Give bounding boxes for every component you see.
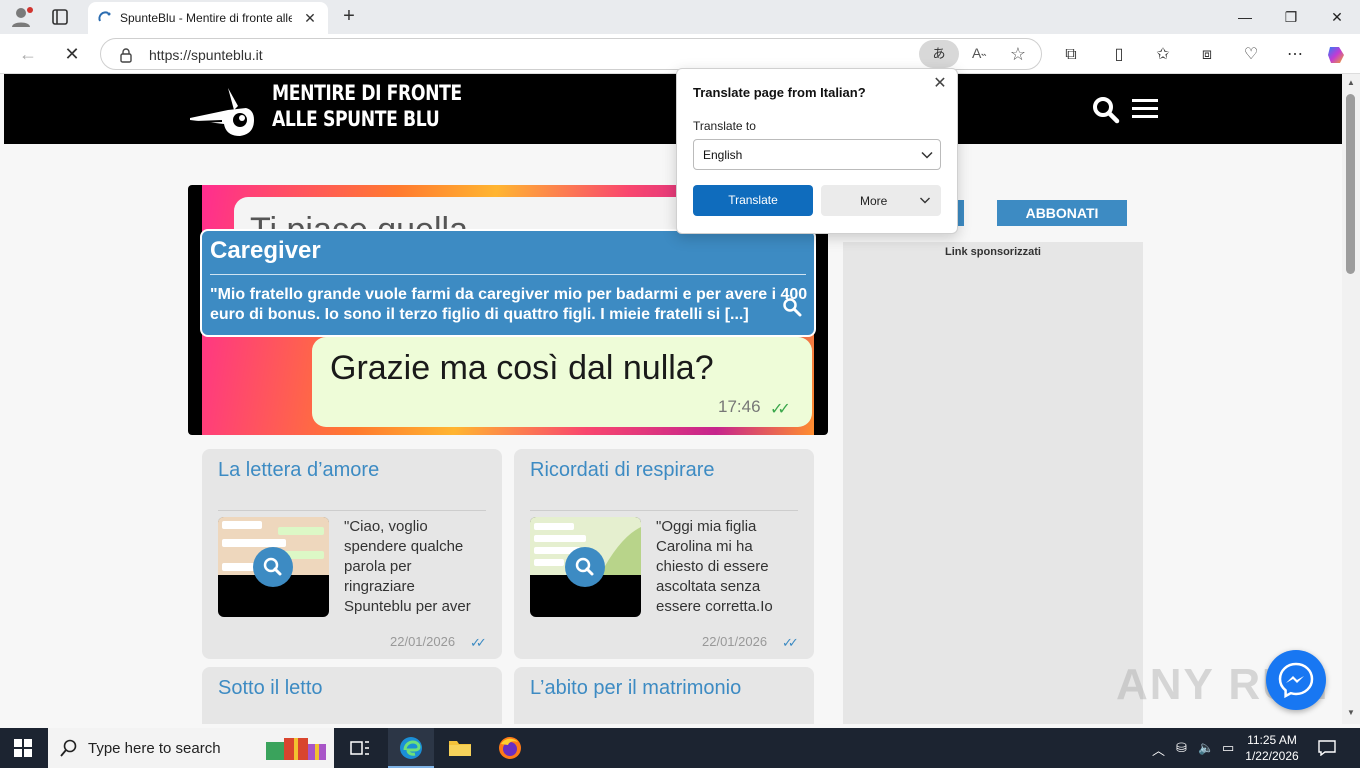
firefox-icon[interactable] — [496, 734, 524, 762]
split-screen-icon[interactable]: ▯ — [1108, 44, 1130, 66]
article-card[interactable]: L’abito per il matrimonio — [514, 667, 814, 724]
favorites-icon[interactable]: ✩ — [1152, 44, 1174, 66]
windows-icon[interactable] — [14, 739, 32, 757]
card-excerpt: "Oggi mia figlia Carolina mi ha chiesto … — [656, 518, 773, 615]
language-select[interactable]: English — [693, 139, 941, 170]
translate-button[interactable]: Translate — [693, 185, 813, 216]
minimize-icon[interactable]: — — [1232, 6, 1258, 28]
site-logo-text[interactable]: MENTIRE DI FRONTE ALLE SPUNTE BLU — [272, 80, 462, 132]
sponsored-label: Link sponsorizzati — [945, 246, 1041, 258]
menu-icon[interactable] — [1132, 98, 1158, 120]
tab-title: SpunteBlu - Mentire di fronte alle — [120, 11, 292, 25]
article-card[interactable]: La lettera d’amore "Ciao, voglio spender… — [202, 449, 502, 659]
messenger-icon[interactable] — [1266, 650, 1326, 710]
extensions-icon[interactable]: ⧉ — [1060, 44, 1082, 66]
close-window-icon[interactable]: ✕ — [1324, 6, 1350, 28]
page-viewport: MENTIRE DI FRONTE ALLE SPUNTE BLU Ti pia… — [0, 74, 1342, 724]
network-icon[interactable]: ⛁ — [1176, 740, 1187, 756]
volume-icon[interactable]: 🔈 — [1198, 740, 1214, 756]
copilot-icon[interactable] — [1326, 44, 1348, 66]
performance-icon[interactable]: ♡ — [1240, 44, 1262, 66]
card-excerpt: "Ciao, voglio spendere qualche parola pe… — [344, 518, 471, 615]
sponsored-box: Link sponsorizzati — [843, 242, 1143, 724]
logo-bird-icon[interactable] — [188, 80, 268, 138]
plus-icon[interactable]: + — [338, 6, 360, 28]
card-thumbnail[interactable] — [218, 517, 329, 617]
close-tab-icon[interactable]: ✕ — [302, 10, 318, 26]
subscribe-button[interactable]: ABBONATI — [997, 200, 1127, 226]
read-aloud-icon[interactable]: A˵ — [969, 45, 989, 65]
read-ticks-icon: ✓✓ — [782, 635, 799, 650]
more-icon[interactable]: ⋯ — [1284, 44, 1306, 66]
featured-caption[interactable]: Caregiver "Mio fratello grande vuole far… — [200, 229, 816, 337]
gift-icon — [266, 738, 326, 760]
featured-excerpt: "Mio fratello grande vuole farmi da care… — [210, 286, 808, 323]
divider — [530, 510, 798, 511]
folder-icon[interactable] — [446, 734, 474, 762]
chevron-down-icon — [921, 151, 933, 159]
notification-icon[interactable] — [1318, 740, 1336, 756]
star-icon[interactable]: ☆ — [1007, 43, 1029, 65]
system-clock[interactable]: 11:25 AM 1/22/2026 — [1232, 732, 1312, 764]
search-icon[interactable] — [253, 547, 293, 587]
search-placeholder: Type here to search — [88, 740, 221, 757]
chat-bubble-bottom: Grazie ma così dal nulla? 17:46 ✓✓ — [312, 337, 812, 427]
card-title[interactable]: L’abito per il matrimonio — [530, 677, 741, 700]
card-thumbnail[interactable] — [530, 517, 641, 617]
card-date: 22/01/2026 — [702, 634, 768, 649]
clock-date: 1/22/2026 — [1245, 749, 1299, 763]
featured-title[interactable]: Caregiver — [210, 237, 321, 265]
translate-to-label: Translate to — [693, 119, 756, 133]
restore-icon[interactable]: ❐ — [1278, 6, 1304, 28]
search-icon — [60, 739, 77, 757]
logo-line-1: MENTIRE DI FRONTE — [272, 81, 462, 105]
read-ticks-icon: ✓✓ — [470, 635, 487, 650]
divider — [210, 274, 806, 275]
search-icon[interactable] — [565, 547, 605, 587]
article-card[interactable]: Ricordati di respirare "Oggi mia figlia … — [514, 449, 814, 659]
search-icon[interactable] — [782, 297, 802, 317]
chevron-up-icon[interactable]: ︿ — [1152, 740, 1165, 759]
lock-icon[interactable] — [119, 47, 133, 63]
collections-icon[interactable]: ⧈ — [1196, 44, 1218, 66]
scroll-down-icon[interactable]: ▼ — [1346, 708, 1356, 718]
scroll-up-icon[interactable]: ▲ — [1346, 78, 1356, 88]
stop-icon[interactable]: ✕ — [60, 42, 84, 66]
taskbar: Type here to search ︿ ⛁ 🔈 ▭ 11:25 AM 1/2… — [0, 728, 1360, 768]
translate-icon[interactable]: あ — [919, 40, 959, 68]
card-title[interactable]: La lettera d’amore — [218, 459, 379, 482]
clock-time: 11:25 AM — [1247, 733, 1297, 747]
card-title[interactable]: Ricordati di respirare — [530, 459, 715, 482]
chevron-down-icon — [920, 197, 930, 204]
more-button[interactable]: More — [821, 185, 941, 216]
close-icon[interactable]: ✕ — [931, 75, 949, 93]
edge-icon[interactable] — [397, 734, 425, 762]
back-icon[interactable]: ← — [16, 42, 40, 66]
divider — [218, 510, 486, 511]
task-view-icon[interactable] — [346, 734, 374, 762]
card-title[interactable]: Sotto il letto — [218, 677, 323, 700]
active-tab[interactable]: SpunteBlu - Mentire di fronte alle ✕ — [88, 2, 328, 34]
url-text[interactable]: https://spunteblu.it — [149, 47, 263, 63]
scroll-thumb[interactable] — [1346, 94, 1355, 274]
tab-bar: SpunteBlu - Mentire di fronte alle ✕ + —… — [0, 0, 1360, 34]
translate-popup: Translate page from Italian? ✕ Translate… — [676, 68, 958, 234]
selected-language: English — [703, 148, 743, 162]
popup-title: Translate page from Italian? — [693, 85, 866, 100]
card-date: 22/01/2026 — [390, 634, 456, 649]
site-favicon-icon — [98, 11, 111, 22]
taskbar-search[interactable]: Type here to search — [48, 728, 334, 768]
article-card[interactable]: Sotto il letto — [202, 667, 502, 724]
profile-icon[interactable] — [10, 6, 34, 28]
search-icon[interactable] — [1092, 96, 1120, 124]
page-scrollbar[interactable]: ▲ ▼ — [1342, 74, 1360, 724]
site-header: MENTIRE DI FRONTE ALLE SPUNTE BLU — [4, 74, 1342, 144]
logo-line-2: ALLE SPUNTE BLU — [272, 107, 440, 131]
tab-actions-icon[interactable] — [48, 6, 72, 28]
address-bar[interactable]: https://spunteblu.it あ A˵ ☆ — [100, 38, 1042, 70]
read-ticks-icon: ✓✓ — [770, 401, 791, 418]
